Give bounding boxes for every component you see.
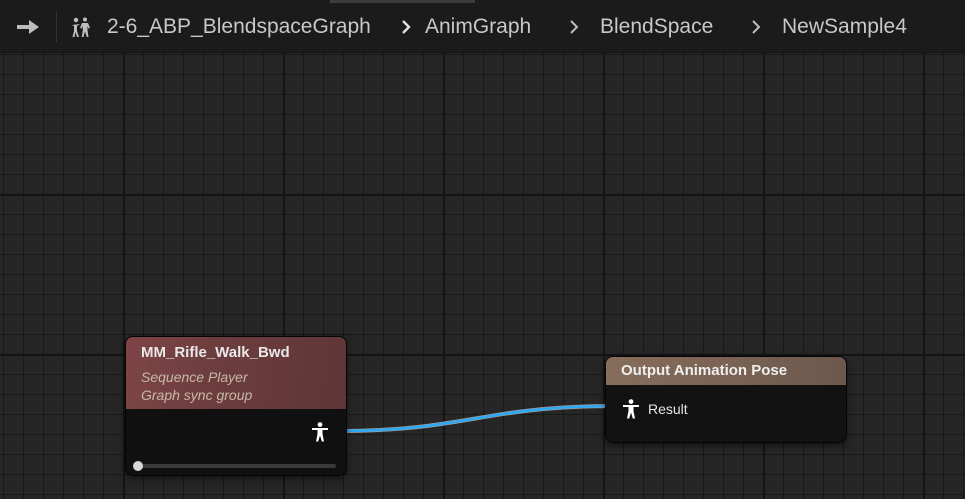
node-title: Output Animation Pose [621, 362, 788, 379]
node-header[interactable]: MM_Rifle_Walk_Bwd Sequence Player Graph … [126, 337, 346, 410]
breadcrumb-bar: 2-6_ABP_BlendspaceGraph AnimGraph BlendS… [0, 0, 965, 53]
playback-slider-track[interactable] [136, 464, 336, 468]
breadcrumb-item-newsample4[interactable]: NewSample4 [782, 14, 907, 40]
chevron-right-icon [752, 20, 761, 34]
playback-slider-handle[interactable] [133, 461, 143, 471]
node-body [606, 385, 846, 442]
node-subtitle-sync-group: Graph sync group [141, 387, 253, 403]
output-animation-pose-node[interactable]: Output Animation Pose Result [606, 357, 846, 442]
breadcrumb-item-animgraph[interactable]: AnimGraph [425, 14, 531, 40]
node-header[interactable]: Output Animation Pose [606, 357, 846, 385]
pose-pin-icon[interactable] [311, 422, 329, 442]
node-subtitle: Sequence Player [141, 369, 248, 385]
chevron-right-icon [402, 20, 411, 34]
chevron-right-icon [570, 20, 579, 34]
toolbar-divider [56, 12, 57, 42]
pose-pin-icon[interactable] [622, 399, 640, 419]
navigate-arrow-icon[interactable] [14, 14, 42, 40]
node-title: MM_Rifle_Walk_Bwd [141, 344, 290, 361]
result-pin-label: Result [648, 401, 688, 417]
breadcrumb-item-blendspace[interactable]: BlendSpace [600, 14, 713, 40]
anim-blueprint-icon [72, 17, 90, 37]
sequence-player-node[interactable]: MM_Rifle_Walk_Bwd Sequence Player Graph … [126, 337, 346, 475]
scroll-highlight [330, 0, 475, 3]
breadcrumb-item-blueprint[interactable]: 2-6_ABP_BlendspaceGraph [107, 14, 371, 40]
